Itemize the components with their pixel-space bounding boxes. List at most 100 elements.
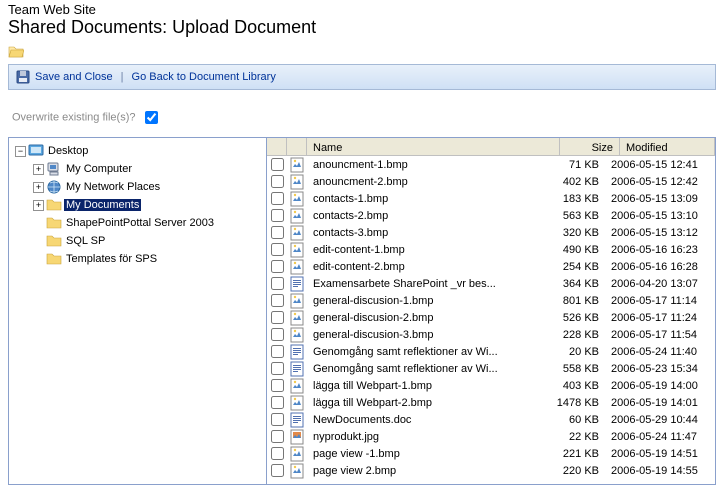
file-row[interactable]: contacts-3.bmp320 KB2006-05-15 13:12	[267, 224, 715, 241]
file-row[interactable]: general-discusion-2.bmp526 KB2006-05-17 …	[267, 309, 715, 326]
file-row[interactable]: edit-content-2.bmp254 KB2006-05-16 16:28	[267, 258, 715, 275]
file-type-icon	[287, 242, 307, 258]
toolbar: Save and Close | Go Back to Document Lib…	[8, 64, 716, 90]
file-checkbox[interactable]	[271, 464, 284, 477]
file-row[interactable]: lägga till Webpart-2.bmp1478 KB2006-05-1…	[267, 394, 715, 411]
file-row[interactable]: Genomgång samt reflektioner av Wi...20 K…	[267, 343, 715, 360]
file-checkbox[interactable]	[271, 175, 284, 188]
collapse-icon[interactable]: −	[15, 146, 26, 157]
column-modified[interactable]: Modified	[620, 138, 715, 155]
column-name[interactable]: Name	[307, 138, 560, 155]
file-row[interactable]: edit-content-1.bmp490 KB2006-05-16 16:23	[267, 241, 715, 258]
folder-icon	[8, 44, 24, 60]
file-name: lägga till Webpart-2.bmp	[307, 397, 545, 409]
file-type-icon	[287, 225, 307, 241]
expand-icon[interactable]: +	[33, 164, 44, 175]
toolbar-separator: |	[121, 71, 124, 83]
column-size[interactable]: Size	[560, 138, 620, 155]
file-type-icon	[287, 446, 307, 462]
folder-icon	[46, 251, 62, 267]
tree-node-desktop[interactable]: − Desktop	[15, 143, 90, 159]
tree-label: ShapePointPottal Server 2003	[64, 217, 216, 229]
file-name: general-discusion-2.bmp	[307, 312, 545, 324]
file-checkbox[interactable]	[271, 294, 284, 307]
file-type-icon	[287, 191, 307, 207]
expand-spacer	[33, 236, 44, 247]
file-checkbox[interactable]	[271, 243, 284, 256]
file-type-icon	[287, 310, 307, 326]
file-modified: 2006-05-15 13:10	[605, 210, 715, 222]
file-checkbox[interactable]	[271, 260, 284, 273]
file-checkbox[interactable]	[271, 192, 284, 205]
file-modified: 2006-05-17 11:24	[605, 312, 715, 324]
save-and-close-link[interactable]: Save and Close	[35, 71, 113, 83]
file-modified: 2006-05-15 13:12	[605, 227, 715, 239]
column-checkbox[interactable]	[267, 138, 287, 155]
expand-icon[interactable]: +	[33, 182, 44, 193]
file-checkbox[interactable]	[271, 209, 284, 222]
file-row[interactable]: anouncment-2.bmp402 KB2006-05-15 12:42	[267, 173, 715, 190]
file-row[interactable]: general-discusion-1.bmp801 KB2006-05-17 …	[267, 292, 715, 309]
file-size: 402 KB	[545, 176, 605, 188]
folder-icon	[46, 233, 62, 249]
file-row[interactable]: page view 2.bmp220 KB2006-05-19 14:55	[267, 462, 715, 479]
file-modified: 2006-05-16 16:28	[605, 261, 715, 273]
file-row[interactable]: contacts-1.bmp183 KB2006-05-15 13:09	[267, 190, 715, 207]
file-size: 364 KB	[545, 278, 605, 290]
file-list-body[interactable]: anouncment-1.bmp71 KB2006-05-15 12:41ano…	[267, 156, 715, 484]
file-checkbox[interactable]	[271, 158, 284, 171]
file-checkbox[interactable]	[271, 447, 284, 460]
file-checkbox[interactable]	[271, 277, 284, 290]
file-row[interactable]: anouncment-1.bmp71 KB2006-05-15 12:41	[267, 156, 715, 173]
file-name: anouncment-2.bmp	[307, 176, 545, 188]
file-name: edit-content-2.bmp	[307, 261, 545, 273]
go-back-link[interactable]: Go Back to Document Library	[132, 71, 276, 83]
file-type-icon	[287, 174, 307, 190]
file-name: Genomgång samt reflektioner av Wi...	[307, 363, 545, 375]
file-row[interactable]: general-discusion-3.bmp228 KB2006-05-17 …	[267, 326, 715, 343]
file-name: page view -1.bmp	[307, 448, 545, 460]
computer-icon	[46, 161, 62, 177]
tree-node[interactable]: SQL SP	[33, 233, 107, 249]
file-row[interactable]: NewDocuments.doc60 KB2006-05-29 10:44	[267, 411, 715, 428]
file-checkbox[interactable]	[271, 345, 284, 358]
overwrite-checkbox[interactable]	[145, 111, 158, 124]
file-modified: 2006-05-15 12:41	[605, 159, 715, 171]
tree-node[interactable]: +My Computer	[33, 161, 134, 177]
tree-node[interactable]: Templates för SPS	[33, 251, 159, 267]
file-name: contacts-2.bmp	[307, 210, 545, 222]
file-checkbox[interactable]	[271, 362, 284, 375]
file-checkbox[interactable]	[271, 396, 284, 409]
file-row[interactable]: page view -1.bmp221 KB2006-05-19 14:51	[267, 445, 715, 462]
file-checkbox[interactable]	[271, 311, 284, 324]
file-row[interactable]: Examensarbete SharePoint _vr bes...364 K…	[267, 275, 715, 292]
expand-icon[interactable]: +	[33, 200, 44, 211]
file-row[interactable]: contacts-2.bmp563 KB2006-05-15 13:10	[267, 207, 715, 224]
file-type-icon	[287, 463, 307, 479]
expand-spacer	[33, 218, 44, 229]
file-checkbox[interactable]	[271, 413, 284, 426]
file-size: 228 KB	[545, 329, 605, 341]
file-checkbox[interactable]	[271, 328, 284, 341]
column-icon[interactable]	[287, 138, 307, 155]
file-checkbox[interactable]	[271, 379, 284, 392]
overwrite-label: Overwrite existing file(s)?	[12, 111, 135, 123]
file-name: edit-content-1.bmp	[307, 244, 545, 256]
site-title: Team Web Site	[8, 2, 716, 17]
file-size: 71 KB	[545, 159, 605, 171]
file-modified: 2006-05-17 11:14	[605, 295, 715, 307]
file-type-icon	[287, 259, 307, 275]
tree-node[interactable]: ShapePointPottal Server 2003	[33, 215, 216, 231]
tree-node[interactable]: +My Network Places	[33, 179, 162, 195]
file-type-icon	[287, 361, 307, 377]
file-row[interactable]: Genomgång samt reflektioner av Wi...558 …	[267, 360, 715, 377]
file-checkbox[interactable]	[271, 430, 284, 443]
tree-node[interactable]: +My Documents	[33, 197, 141, 213]
file-row[interactable]: lägga till Webpart-1.bmp403 KB2006-05-19…	[267, 377, 715, 394]
file-modified: 2006-05-29 10:44	[605, 414, 715, 426]
file-checkbox[interactable]	[271, 226, 284, 239]
file-row[interactable]: nyprodukt.jpg22 KB2006-05-24 11:47	[267, 428, 715, 445]
file-size: 403 KB	[545, 380, 605, 392]
file-type-icon	[287, 157, 307, 173]
file-type-icon	[287, 395, 307, 411]
